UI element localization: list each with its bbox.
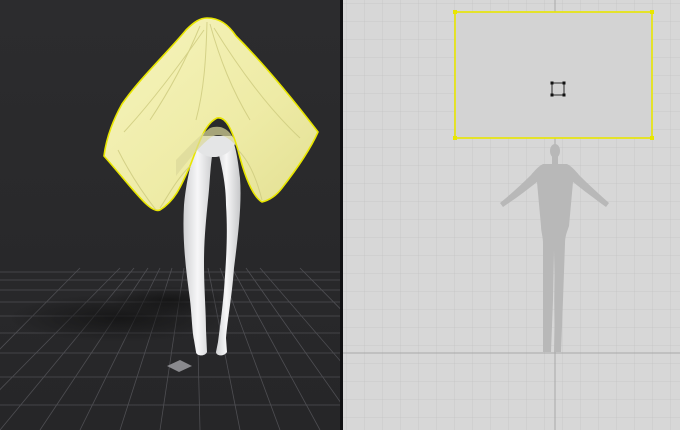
pattern-canvas[interactable] [343, 0, 680, 430]
pattern-piece[interactable] [454, 11, 653, 139]
3d-viewport[interactable] [0, 0, 340, 430]
cloth-simulation-app [0, 0, 680, 430]
corner-point[interactable] [650, 10, 654, 14]
cloth-shadow [110, 286, 230, 314]
3d-scene[interactable] [0, 0, 340, 430]
corner-point[interactable] [453, 136, 457, 140]
2d-pattern-view[interactable] [343, 0, 680, 430]
corner-point[interactable] [453, 10, 457, 14]
corner-point[interactable] [650, 136, 654, 140]
